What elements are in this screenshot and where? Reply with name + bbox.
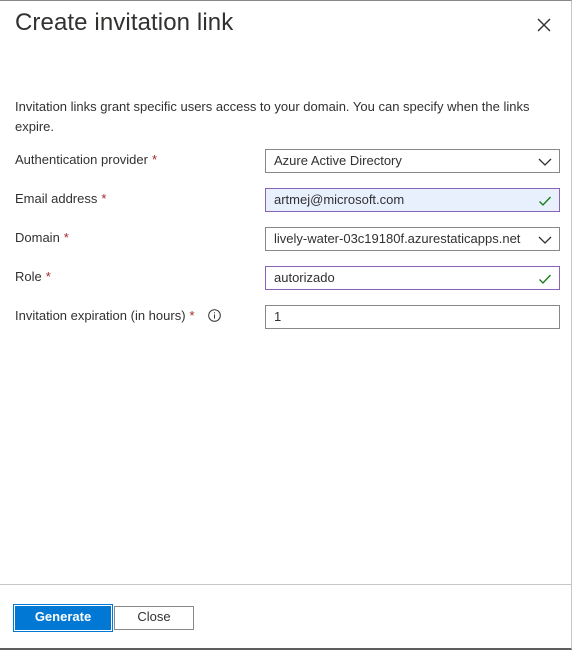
role-label: Role * [15, 269, 51, 284]
expiration-label: Invitation expiration (in hours) * [15, 308, 222, 323]
checkmark-icon [539, 274, 551, 284]
required-mark: * [151, 152, 158, 167]
auth-provider-row: Authentication provider * Azure Active Di… [15, 149, 560, 173]
email-row: Email address * artmej@microsoft.com [15, 188, 560, 212]
close-button[interactable]: Close [114, 606, 194, 630]
auth-provider-value: Azure Active Directory [274, 153, 402, 168]
close-icon[interactable] [532, 13, 556, 37]
generate-button[interactable]: Generate [13, 604, 113, 632]
create-invitation-panel: Create invitation link Invitation links … [0, 0, 572, 650]
chevron-down-icon [538, 236, 552, 244]
email-field[interactable]: artmej@microsoft.com [265, 188, 560, 212]
email-value: artmej@microsoft.com [274, 192, 405, 207]
checkmark-icon [539, 196, 551, 206]
required-mark: * [101, 191, 107, 206]
footer-divider [0, 584, 572, 585]
chevron-down-icon [538, 158, 552, 166]
expiration-value: 1 [274, 309, 282, 324]
domain-row: Domain * lively-water-03c19180f.azurestat… [15, 227, 560, 251]
dialog-description: Invitation links grant specific users ac… [15, 99, 530, 134]
domain-label: Domain * [15, 230, 69, 245]
required-mark: * [45, 269, 51, 284]
role-row: Role * autorizado [15, 266, 560, 290]
role-value: autorizado [274, 270, 335, 285]
auth-provider-label: Authentication provider * [15, 152, 158, 167]
auth-provider-dropdown[interactable]: Azure Active Directory [265, 149, 560, 173]
dialog-title: Create invitation link [15, 9, 234, 36]
expiration-row: Invitation expiration (in hours) * 1 [15, 305, 560, 329]
role-field[interactable]: autorizado [265, 266, 560, 290]
expiration-field[interactable]: 1 [265, 305, 560, 329]
domain-dropdown[interactable]: lively-water-03c19180f.azurestaticapps.n… [265, 227, 560, 251]
required-mark: * [63, 230, 69, 245]
required-mark: * [189, 308, 195, 323]
info-icon[interactable] [208, 309, 222, 322]
email-label: Email address * [15, 191, 107, 206]
domain-value: lively-water-03c19180f.azurestaticapps.n… [274, 231, 521, 246]
